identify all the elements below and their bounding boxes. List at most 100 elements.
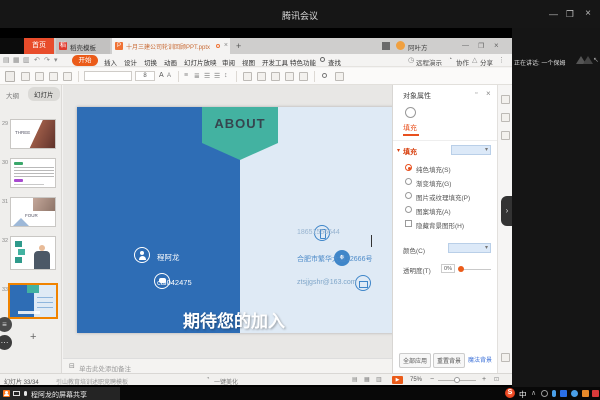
zoom-in-icon[interactable]: + [482,376,486,383]
save-icon[interactable]: ▤ [3,56,10,64]
increase-font-icon[interactable]: A [159,72,164,79]
slide-thumbnail-33[interactable] [8,283,58,319]
panel-tool-icon-1[interactable] [501,95,510,104]
gallery-view-icon-2[interactable] [583,56,593,64]
slide-canvas[interactable]: ABOUT 程阿龙 cal042475 期待您的加入 18651556644 合… [77,107,395,333]
panel-close-icon[interactable]: × [486,89,491,98]
paste-icon[interactable] [5,71,15,82]
view-normal-icon[interactable]: ▤ [352,376,358,383]
ribbon-tab-review[interactable]: 审阅 [222,57,235,67]
radio-gradient-fill[interactable] [405,178,412,185]
wps-close-icon[interactable]: × [494,41,499,50]
qat-more-icon[interactable]: ▾ [54,56,58,64]
apply-all-button[interactable]: 全部应用 [399,353,431,368]
magic-background-button[interactable]: 魔法背景 [468,355,492,364]
align-center-icon[interactable]: ☰ [214,72,220,80]
collaborate-button[interactable]: 协作 [456,57,469,67]
ribbon-tab-slideshow[interactable]: 幻灯片放映 [184,57,217,67]
wps-minimize-icon[interactable]: — [462,42,469,49]
new-slide-icon[interactable] [35,72,44,81]
slide-thumbnail-32[interactable] [10,236,56,270]
fill-color-dropdown[interactable]: ▾ [451,145,491,155]
view-sorter-icon[interactable]: ▦ [364,376,370,383]
tray-app-icon[interactable] [592,390,599,397]
tray-contact-icon[interactable] [571,390,578,397]
ribbon-tab-transition[interactable]: 切换 [144,57,157,67]
tray-clock-icon[interactable] [541,390,548,397]
color-dropdown[interactable]: ▾ [448,243,491,253]
properties-tab-fill[interactable]: 填充 [403,123,417,133]
decrease-font-icon[interactable]: A [167,73,171,79]
ribbon-tab-design[interactable]: 设计 [124,57,137,67]
panel-tool-icon-3[interactable] [501,131,510,140]
print-icon[interactable]: ▦ [13,56,20,64]
ribbon-tab-animation[interactable]: 动画 [164,57,177,67]
add-slide-button[interactable]: + [30,331,36,343]
chart-icon[interactable] [299,72,308,81]
tray-arrow-icon[interactable]: ∧ [531,389,536,397]
tab-docer[interactable]: 稻 稻壳模板 [56,38,110,54]
pin-icon[interactable]: ▫ [475,90,477,97]
zoom-out-icon[interactable]: − [430,376,434,383]
ribbon-tab-insert[interactable]: 插入 [104,57,117,67]
ribbon-tab-devtools[interactable]: 开发工具 [262,57,288,67]
bullets-icon[interactable]: ≡ [184,72,188,79]
ribbon-tab-home[interactable]: 开始 [72,55,98,66]
section-icon[interactable] [63,72,72,81]
textbox-icon[interactable] [243,72,252,81]
close-icon[interactable]: × [585,8,591,19]
floating-menu-button[interactable]: ≡ [0,317,12,332]
select-icon[interactable] [335,72,344,81]
undo-icon[interactable]: ↶ [34,56,40,64]
screenshare-banner[interactable]: 程阿龙的屏幕共享 [0,387,120,400]
slide-thumbnail-30[interactable] [10,158,56,188]
new-tab-button[interactable]: + [236,41,241,51]
zoom-level[interactable]: 75% [410,377,422,383]
sogou-ime-icon[interactable]: S [505,388,515,398]
pop-out-icon[interactable]: ↖ [593,56,599,64]
redo-icon[interactable]: ↷ [44,56,50,64]
reset-background-button[interactable]: 重置背景 [433,353,465,368]
numbering-icon[interactable]: ≣ [194,72,200,80]
tab-close-icon[interactable]: × [224,42,228,49]
radio-solid-fill[interactable] [405,164,412,171]
radio-pattern-fill[interactable] [405,206,412,213]
picture-icon[interactable] [257,72,266,81]
panel-tool-icon-2[interactable] [501,113,510,122]
share-button[interactable]: 分享 [480,57,493,67]
table-icon[interactable] [285,72,294,81]
fill-section-label[interactable]: 填充 [403,147,417,157]
beautify-button[interactable]: 一键美化 [214,377,238,386]
apps-grid-icon[interactable] [382,42,390,50]
panel-tool-icon-4[interactable] [501,353,510,362]
wps-home-button[interactable]: 首页 [24,38,54,54]
layout-icon[interactable] [49,72,58,81]
transparency-handle[interactable] [458,266,464,272]
shapes-icon[interactable] [271,72,280,81]
panel-tab-outline[interactable]: 大纲 [6,90,19,100]
wps-maximize-icon[interactable]: ❐ [478,42,484,50]
ribbon-tab-view[interactable]: 视图 [242,57,255,67]
align-left-icon[interactable]: ☰ [204,72,210,80]
zoom-slider-handle[interactable] [454,377,460,383]
tray-mic-icon[interactable] [552,390,556,397]
format-painter-icon[interactable] [21,72,30,81]
user-name[interactable]: 阿叶方 [408,42,428,52]
find-icon[interactable] [322,73,327,78]
fit-window-icon[interactable]: ⊡ [494,376,499,383]
minimize-icon[interactable]: — [549,9,558,19]
ribbon-tab-features[interactable]: 特色功能 [290,57,316,67]
radio-picture-fill[interactable] [405,192,412,199]
font-name-select[interactable] [84,71,132,81]
ribbon-more-icon[interactable]: ⋮ [498,56,505,64]
slide-thumbnail-31[interactable]: FOUR [10,197,56,227]
slide-thumbnail-29[interactable]: THREE [10,119,56,149]
remote-present-button[interactable]: 远程演示 [416,57,442,67]
preview-icon[interactable]: ▥ [23,56,30,64]
ime-lang-indicator[interactable]: 中 [519,389,527,400]
maximize-icon[interactable]: ❐ [566,9,574,20]
tray-meeting-icon[interactable] [560,390,567,397]
notes-bar[interactable]: ⊟ 单击此处添加备注 [63,358,392,372]
line-spacing-icon[interactable]: ↕ [224,72,228,79]
user-avatar[interactable] [396,41,405,50]
